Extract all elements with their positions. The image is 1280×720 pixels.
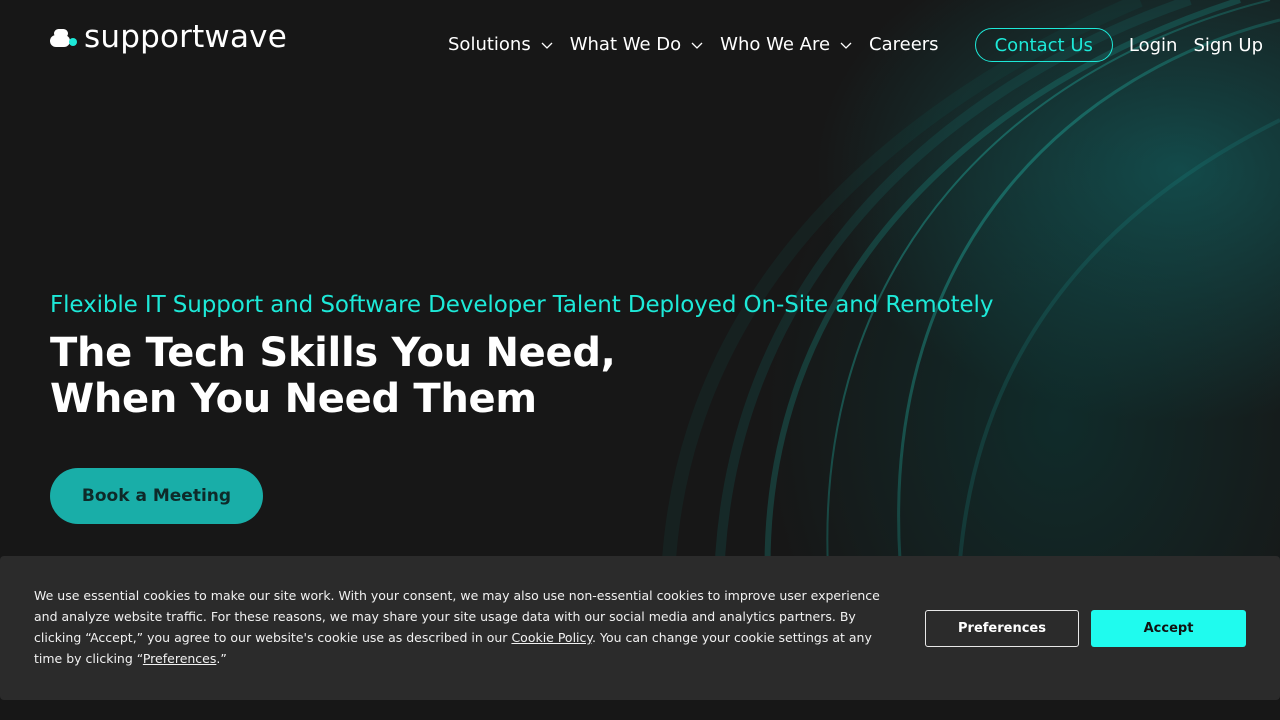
cookie-message: We use essential cookies to make our sit… xyxy=(34,585,904,669)
sign-up-link[interactable]: Sign Up xyxy=(1193,35,1263,56)
chevron-down-icon xyxy=(691,42,703,49)
logo-text: supportwave xyxy=(84,19,287,55)
preferences-button[interactable]: Preferences xyxy=(925,610,1079,647)
chevron-down-icon xyxy=(840,42,852,49)
cookie-policy-link[interactable]: Cookie Policy xyxy=(511,630,592,645)
nav-item-what-we-do[interactable]: What We Do xyxy=(570,32,703,58)
nav-item-label: Who We Are xyxy=(720,34,831,55)
contact-us-button[interactable]: Contact Us xyxy=(974,28,1113,62)
accept-button[interactable]: Accept xyxy=(1091,610,1246,647)
nav-item-label: Careers xyxy=(869,34,939,55)
chevron-down-icon xyxy=(541,42,553,49)
preferences-link[interactable]: Preferences xyxy=(143,651,217,666)
nav-item-solutions[interactable]: Solutions xyxy=(448,32,553,58)
headline-line-2: When You Need Them xyxy=(50,376,537,422)
nav-item-careers[interactable]: Careers xyxy=(869,32,939,58)
cookie-text-part-3: .” xyxy=(216,651,227,666)
supportwave-logo-icon xyxy=(50,27,78,49)
nav-item-who-we-are[interactable]: Who We Are xyxy=(720,32,852,58)
book-meeting-button[interactable]: Book a Meeting xyxy=(50,468,263,524)
login-link[interactable]: Login xyxy=(1129,35,1178,56)
nav-item-label: Solutions xyxy=(448,34,531,55)
main-nav: Solutions What We Do Who We Are Careers … xyxy=(448,28,1279,62)
cookie-banner: We use essential cookies to make our sit… xyxy=(0,556,1280,700)
nav-item-label: What We Do xyxy=(569,34,682,55)
logo[interactable]: supportwave xyxy=(50,22,287,53)
page-bottom xyxy=(0,700,1280,720)
hero-headline: The Tech Skills You Need, When You Need … xyxy=(50,330,616,422)
headline-line-1: The Tech Skills You Need, xyxy=(50,330,616,376)
hero-subtitle: Flexible IT Support and Software Develop… xyxy=(50,292,994,318)
